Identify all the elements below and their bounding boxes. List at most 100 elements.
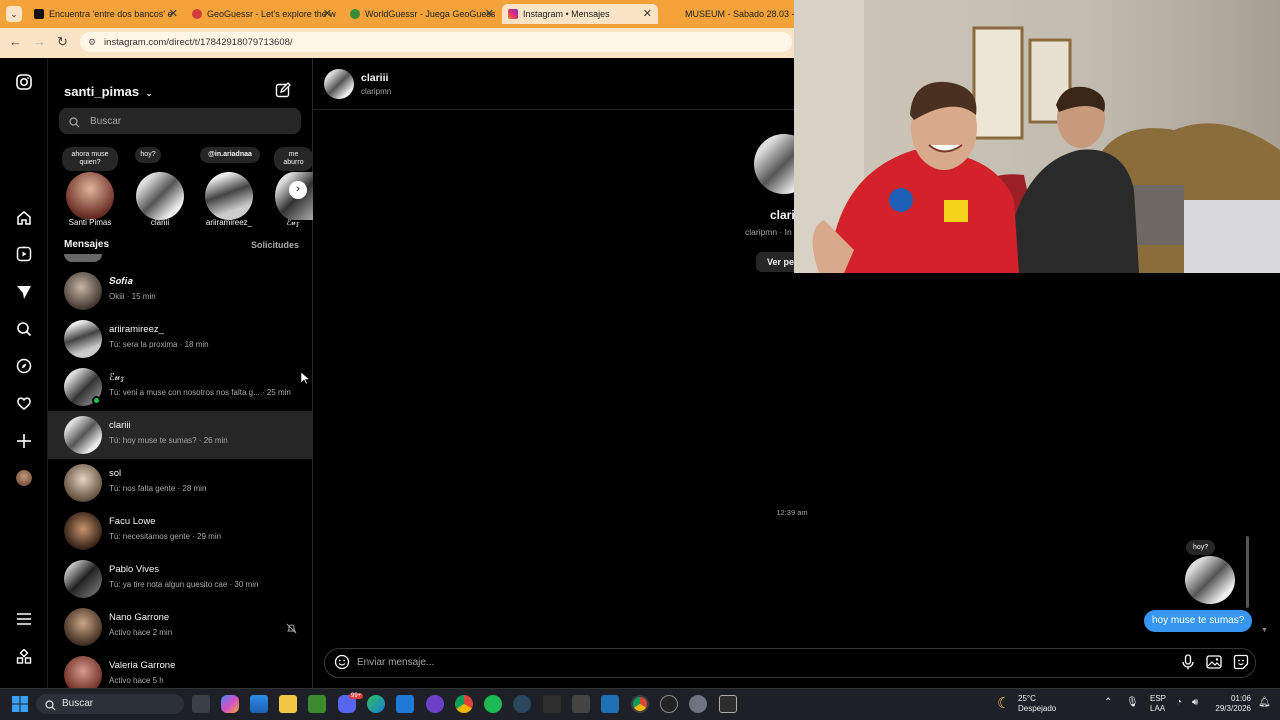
chat-contact-name[interactable]: clariii	[361, 72, 388, 84]
profile-preview-subtitle: claripmn · In	[745, 227, 792, 237]
minecraft-icon[interactable]	[308, 695, 326, 713]
requests-link[interactable]: Solicitudes	[251, 240, 299, 250]
home-icon[interactable]	[13, 207, 35, 229]
close-tab-icon[interactable]: ✕	[323, 7, 332, 20]
conversation-row[interactable]: ℰ𝓊𝓏 Tú: veni a muse con nosotros nos fal…	[48, 363, 313, 411]
chevron-up-icon[interactable]: ⌃	[1104, 697, 1112, 708]
wifi-icon[interactable]: ◔	[1176, 697, 1182, 708]
note-name: ℰ𝓊𝓏	[286, 218, 300, 227]
language-indicator[interactable]: ESP LAA	[1150, 694, 1166, 714]
conversation-row[interactable]: Pablo Vives Tú: ya tire nota algun quesi…	[48, 555, 313, 603]
app-arrow-icon[interactable]	[601, 695, 619, 713]
new-message-icon[interactable]	[275, 82, 291, 103]
conversation-row[interactable]: Facu Lowe Tú: necesitamos gente · 29 min	[48, 507, 313, 555]
conversation-row[interactable]: Valeria Garrone Activo hace 5 h	[48, 651, 313, 688]
task-view-icon[interactable]	[192, 695, 210, 713]
close-tab-icon[interactable]: ✕	[169, 7, 178, 20]
url-input[interactable]: instagram.com/direct/t/17842918079713608…	[80, 32, 792, 52]
explore-icon[interactable]	[13, 355, 35, 377]
tab-encuentra[interactable]: Encuentra 'entre dos bancos' e ✕	[28, 4, 184, 24]
close-tab-icon[interactable]: ✕	[485, 7, 494, 20]
microsoft-store-icon[interactable]	[250, 695, 268, 713]
more-menu-icon[interactable]	[13, 608, 35, 630]
avatar	[64, 560, 102, 598]
webcam-feed-image	[794, 0, 1280, 273]
replied-note-avatar	[1185, 556, 1235, 604]
app-m-icon[interactable]	[572, 695, 590, 713]
microphone-icon[interactable]: 🎙︎	[1126, 697, 1139, 708]
create-icon[interactable]	[13, 430, 35, 452]
tab-museum[interactable]: MUSEUM - Sabado 28.03 - Cu	[664, 4, 794, 24]
epic-launcher-icon[interactable]	[719, 695, 737, 713]
chrome-alt-icon[interactable]	[455, 695, 473, 713]
forward-icon[interactable]: →	[33, 34, 46, 49]
tab-geoguessr[interactable]: GeoGuessr - Let's explore the w ✕	[186, 4, 338, 24]
tab-list-dropdown-icon[interactable]: ⌄	[6, 6, 22, 22]
chat-header	[313, 58, 794, 110]
volume-icon[interactable]: 🔊︎	[1192, 697, 1198, 708]
note-bubble: ahora muse quien?	[62, 147, 118, 171]
profile-avatar[interactable]	[13, 467, 35, 489]
chat-avatar[interactable]	[324, 69, 354, 99]
note-avatar[interactable]	[136, 172, 184, 220]
chat-scrollbar[interactable]	[1246, 536, 1249, 608]
instagram-logo-icon[interactable]	[13, 71, 35, 93]
message-composer[interactable]	[324, 648, 1256, 678]
back-icon[interactable]: ←	[9, 34, 22, 49]
weather-moon-icon: ☾	[997, 695, 1011, 712]
next-notes-arrow-icon[interactable]: ›	[289, 181, 307, 199]
image-upload-icon[interactable]	[1206, 655, 1222, 674]
note-avatar[interactable]	[66, 172, 114, 220]
tab-instagram[interactable]: Instagram • Mensajes ✕	[502, 4, 658, 24]
clock[interactable]: 01:06 29/3/2026	[1213, 694, 1251, 714]
sent-message-bubble[interactable]: hoy muse te sumas?	[1144, 610, 1253, 632]
search-input[interactable]: Buscar	[59, 108, 301, 134]
worldguessr-favicon-icon	[350, 9, 360, 19]
note-name: clariii	[150, 218, 170, 227]
chrome-icon[interactable]	[631, 695, 649, 713]
close-tab-icon[interactable]: ✕	[643, 7, 652, 20]
conversation-row[interactable]: ariiramireez_ Tú: sera la proxima · 18 m…	[48, 315, 313, 363]
settings-gear-icon[interactable]	[689, 695, 707, 713]
conversation-row[interactable]: Nano Garrone Activo hace 2 min	[48, 603, 313, 651]
emoji-icon[interactable]	[334, 654, 350, 675]
reels-icon[interactable]	[13, 243, 35, 265]
notification-bell-icon[interactable]: 🔔︎	[1258, 697, 1271, 708]
conversation-row[interactable]: 𝑺𝒐𝒇𝒊𝒂 Okiii · 15 min	[48, 267, 313, 315]
spotify-icon[interactable]	[484, 695, 502, 713]
github-icon[interactable]	[426, 695, 444, 713]
tiktok-favicon-icon	[34, 9, 44, 19]
reload-icon[interactable]: ↻	[57, 34, 68, 50]
file-explorer-icon[interactable]	[279, 695, 297, 713]
search-icon	[69, 115, 80, 133]
note-bubble: hoy?	[135, 147, 161, 163]
site-info-icon[interactable]: ⚙	[88, 37, 96, 48]
note-bubble: me aburro	[274, 147, 313, 171]
windows-start-icon[interactable]	[12, 696, 28, 717]
avatar	[64, 320, 102, 358]
message-input[interactable]: Enviar mensaje...	[357, 657, 434, 668]
edge-icon[interactable]	[367, 695, 385, 713]
messages-icon[interactable]	[13, 281, 35, 303]
weather-widget[interactable]: 25°C Despejado	[1018, 694, 1056, 714]
conversation-row[interactable]: sol Tú: nos falta gente · 28 min	[48, 459, 313, 507]
search-icon	[45, 698, 56, 716]
taskbar-search-box[interactable]: Buscar	[36, 694, 184, 714]
epic-games-icon[interactable]	[543, 695, 561, 713]
note-avatar[interactable]	[205, 172, 253, 220]
account-switcher[interactable]: santi_pimas ⌄	[64, 84, 152, 99]
search-icon[interactable]	[13, 318, 35, 340]
threads-apps-icon[interactable]	[13, 646, 35, 668]
conversation-row-active[interactable]: clariii Tú: hoy muse te sumas? · 26 min	[48, 411, 313, 459]
copilot-icon[interactable]	[221, 695, 239, 713]
message-timestamp: 12:39 am	[776, 508, 808, 517]
vscode-icon[interactable]	[396, 695, 414, 713]
heart-icon[interactable]	[13, 392, 35, 414]
obs-icon[interactable]	[660, 695, 678, 713]
webcam-overlay	[794, 0, 1280, 273]
microphone-icon[interactable]	[1181, 654, 1195, 675]
scroll-down-icon[interactable]: ▼	[1261, 627, 1268, 634]
steam-icon[interactable]	[513, 695, 531, 713]
tab-worldguessr[interactable]: WorldGuessr - Juega GeoGuess ✕	[344, 4, 500, 24]
sticker-icon[interactable]	[1233, 654, 1249, 675]
